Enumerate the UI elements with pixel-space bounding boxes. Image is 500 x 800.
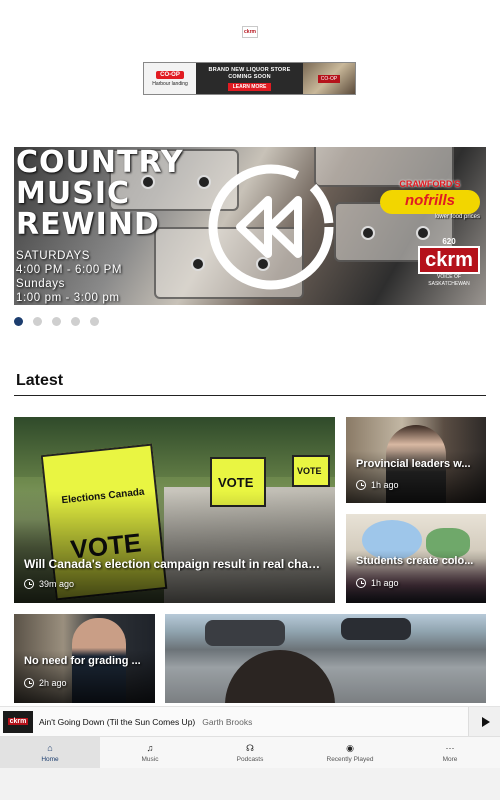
section-heading: Latest xyxy=(16,372,64,389)
nav-label: Recently Played xyxy=(326,755,374,763)
schedule-line: 1:00 pm - 3:00 pm xyxy=(16,292,120,304)
nav-item-music[interactable]: ♫ Music xyxy=(100,737,200,768)
carousel-dot[interactable] xyxy=(33,317,42,326)
nav-item-more[interactable]: ··· More xyxy=(400,737,500,768)
carousel-dot[interactable] xyxy=(90,317,99,326)
schedule-line: Sundays xyxy=(16,278,65,290)
clock-icon xyxy=(356,578,366,588)
sponsor-logo: CRAWFORD'S nofrills lower food prices xyxy=(380,179,480,220)
carousel-dot[interactable] xyxy=(71,317,80,326)
hero-schedule: SATURDAYS 4:00 PM - 6:00 PM Sundays 1:00… xyxy=(14,249,122,305)
sponsor-name: CRAWFORD'S xyxy=(399,179,461,189)
card-time: 1h ago xyxy=(371,480,399,490)
sponsor-brand: nofrills xyxy=(380,190,480,214)
nav-item-podcasts[interactable]: ☊ Podcasts xyxy=(200,737,300,768)
now-playing-bar[interactable]: ckrm Ain't Going Down (Til the Sun Comes… xyxy=(0,706,500,737)
ad-store-sign: CO-OP xyxy=(317,74,341,83)
station-badge: 620 ckrm VOICE OF SASKATCHEWAN xyxy=(418,237,480,293)
card-meta: 1h ago xyxy=(356,578,399,588)
ad-store-image: CO-OP xyxy=(303,63,355,94)
card-title[interactable]: Will Canada's election campaign result i… xyxy=(24,557,327,571)
card-time: 2h ago xyxy=(39,678,67,688)
card-meta: 1h ago xyxy=(356,480,399,490)
card-meta: 2h ago xyxy=(24,678,67,688)
news-card[interactable]: No need for grading ... 2h ago xyxy=(14,614,155,703)
carousel-dots xyxy=(14,317,99,326)
more-icon: ··· xyxy=(445,742,455,753)
hero-title: COUNTRY MUSIC REWIND xyxy=(16,147,184,242)
station-logo[interactable]: ckrm xyxy=(242,26,258,38)
carousel-dot[interactable] xyxy=(14,317,23,326)
nav-item-home[interactable]: ⌂ Home xyxy=(0,737,100,768)
section-divider xyxy=(14,395,486,396)
car-photo xyxy=(205,620,285,646)
card-time: 39m ago xyxy=(39,579,75,589)
station-call-sign: ckrm xyxy=(418,246,480,274)
headphones-icon: ☊ xyxy=(246,742,254,753)
track-artist: Garth Brooks xyxy=(202,716,253,727)
schedule-line: 4:00 PM - 6:00 PM xyxy=(16,264,123,276)
ad-copy: BRAND NEW LIQUOR STORE COMING SOON LEARN… xyxy=(196,63,303,94)
news-card[interactable] xyxy=(165,614,486,703)
bottom-nav: ⌂ Home ♫ Music ☊ Podcasts ◉ Recently Pla… xyxy=(0,736,500,768)
station-logo-text: ckrm xyxy=(244,29,256,35)
nav-label: More xyxy=(442,755,458,763)
ad-headline: BRAND NEW LIQUOR STORE COMING SOON xyxy=(208,66,291,80)
car-photo xyxy=(341,618,411,640)
card-time: 1h ago xyxy=(371,578,399,588)
sign-vote-text: VOTE xyxy=(218,475,254,490)
person-head-photo xyxy=(225,650,335,703)
album-art: ckrm xyxy=(3,710,33,733)
rewind-logo-icon xyxy=(208,164,334,290)
ad-location: Harbour landing xyxy=(152,80,188,87)
carousel-dot[interactable] xyxy=(52,317,61,326)
system-bar-area xyxy=(0,768,500,800)
nav-item-recently-played[interactable]: ◉ Recently Played xyxy=(300,737,400,768)
play-icon xyxy=(481,717,490,727)
clock-icon xyxy=(24,678,34,688)
radio-icon: ◉ xyxy=(346,742,354,753)
sign-vote-text: VOTE xyxy=(297,466,322,476)
music-icon: ♫ xyxy=(146,742,154,753)
clock-icon xyxy=(24,579,34,589)
sponsor-tagline: lower food prices xyxy=(434,214,480,220)
station-tagline: VOICE OF SASKATCHEWAN xyxy=(428,274,470,287)
news-card[interactable]: Provincial leaders w... 1h ago xyxy=(346,417,486,503)
track-title: Ain't Going Down (Til the Sun Comes Up) xyxy=(39,716,196,727)
nav-label: Home xyxy=(41,755,59,763)
card-title[interactable]: Provincial leaders w... xyxy=(356,458,478,470)
vote-sign-small: VOTE xyxy=(292,455,330,487)
card-title[interactable]: No need for grading ... xyxy=(24,655,147,667)
play-button[interactable] xyxy=(468,707,500,737)
ad-banner[interactable]: CO-OP Harbour landing BRAND NEW LIQUOR S… xyxy=(143,62,356,95)
clock-icon xyxy=(356,480,366,490)
hero-carousel-slide[interactable]: COUNTRY MUSIC REWIND SATURDAYS 4:00 PM -… xyxy=(14,147,486,305)
schedule-line: SATURDAYS xyxy=(16,250,90,262)
news-card[interactable]: Elections Canada VOTE VOTE VOTE Will Can… xyxy=(14,417,335,603)
ad-brand-logo: CO-OP xyxy=(156,70,184,79)
ad-learn-more-button[interactable]: LEARN MORE xyxy=(227,82,272,91)
card-meta: 39m ago xyxy=(24,579,74,589)
station-frequency: 620 xyxy=(442,237,456,246)
home-icon: ⌂ xyxy=(47,742,53,753)
news-card[interactable]: Students create colo... 1h ago xyxy=(346,514,486,603)
album-art-label: ckrm xyxy=(7,718,29,725)
card-title[interactable]: Students create colo... xyxy=(356,555,478,567)
nav-label: Podcasts xyxy=(236,755,264,763)
nav-label: Music xyxy=(141,755,159,763)
ad-brand-panel: CO-OP Harbour landing xyxy=(144,63,196,94)
